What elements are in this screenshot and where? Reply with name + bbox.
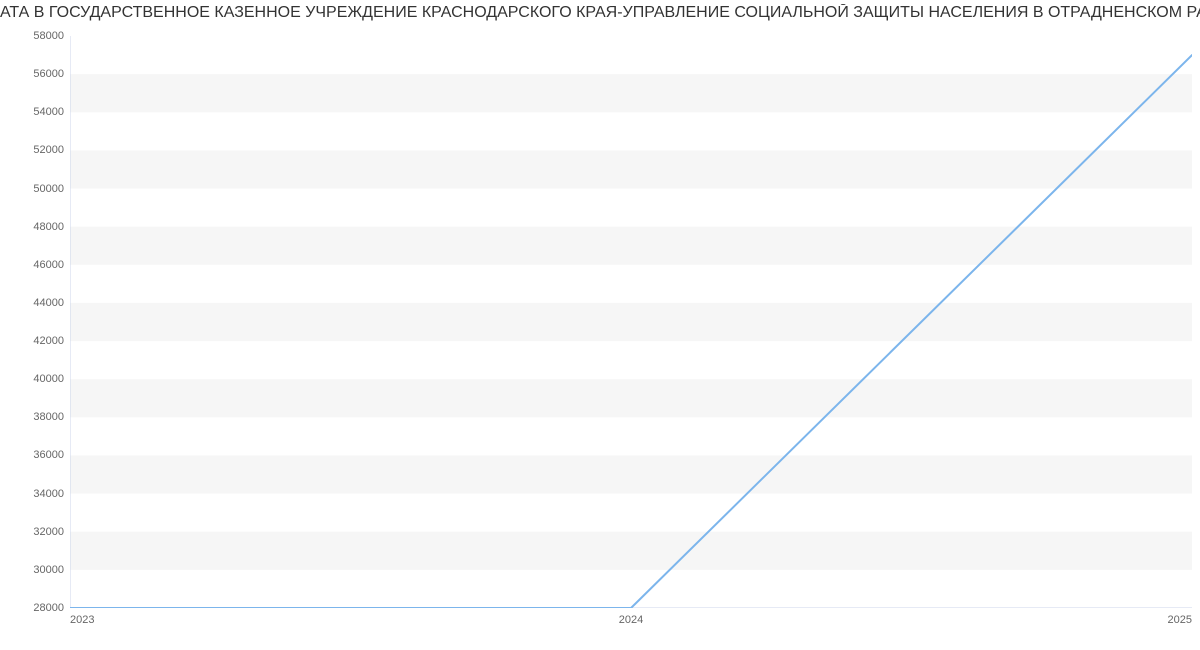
y-tick-label: 28000 — [33, 602, 64, 614]
y-tick-label: 48000 — [33, 221, 64, 233]
plot-band — [70, 150, 1192, 188]
plot-band — [70, 379, 1192, 417]
y-tick-label: 50000 — [33, 183, 64, 195]
y-tick-label: 54000 — [33, 106, 64, 118]
y-tick-label: 40000 — [33, 373, 64, 385]
y-tick-label: 44000 — [33, 297, 64, 309]
y-tick-label: 56000 — [33, 68, 64, 80]
y-tick-label: 38000 — [33, 411, 64, 423]
plot-band — [70, 303, 1192, 341]
y-tick-label: 36000 — [33, 449, 64, 461]
y-tick-label: 34000 — [33, 488, 64, 500]
plot-band — [70, 532, 1192, 570]
y-tick-label: 30000 — [33, 564, 64, 576]
x-tick-label: 2023 — [70, 614, 94, 626]
plot-bands — [70, 74, 1192, 570]
y-tick-label: 52000 — [33, 144, 64, 156]
plot-band — [70, 74, 1192, 112]
chart-title: АТА В ГОСУДАРСТВЕННОЕ КАЗЕННОЕ УЧРЕЖДЕНИ… — [0, 4, 1200, 22]
plot-band — [70, 455, 1192, 493]
x-tick-label: 2025 — [1168, 614, 1192, 626]
y-tick-label: 46000 — [33, 259, 64, 271]
y-tick-label: 32000 — [33, 526, 64, 538]
plot-band — [70, 227, 1192, 265]
x-tick-label: 2024 — [619, 614, 643, 626]
chart-container: АТА В ГОСУДАРСТВЕННОЕ КАЗЕННОЕ УЧРЕЖДЕНИ… — [0, 0, 1200, 650]
y-tick-label: 42000 — [33, 335, 64, 347]
plot-area — [70, 36, 1192, 608]
y-tick-label: 58000 — [33, 30, 64, 42]
